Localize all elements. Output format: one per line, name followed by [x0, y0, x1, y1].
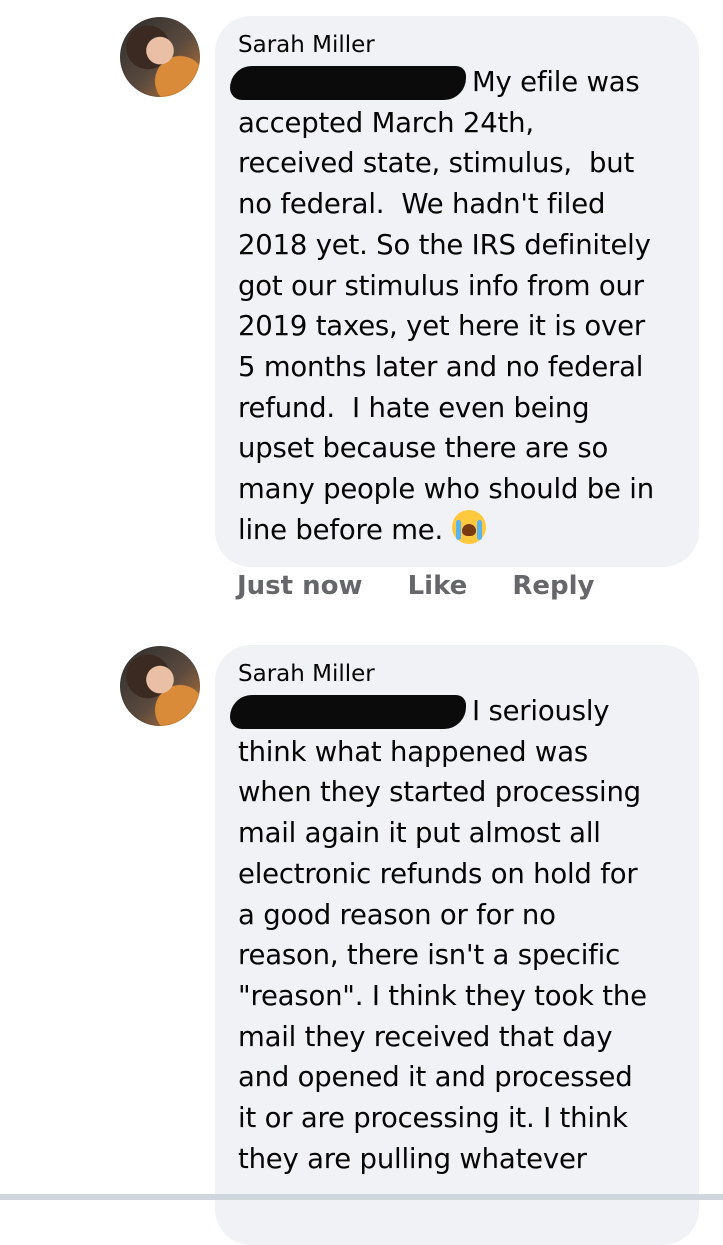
- like-button[interactable]: Like: [408, 571, 468, 601]
- avatar[interactable]: [120, 17, 200, 97]
- crying-face-icon: [451, 509, 486, 544]
- comment-author[interactable]: Sarah Miller: [238, 30, 679, 60]
- redacted-mention: [230, 695, 466, 729]
- avatar[interactable]: [120, 646, 200, 726]
- comment-bubble: Sarah Miller I seriously think what happ…: [215, 645, 699, 1245]
- redacted-mention: [230, 66, 466, 100]
- scroll-edge: [0, 1194, 723, 1200]
- reply-button[interactable]: Reply: [512, 571, 594, 601]
- comment-author[interactable]: Sarah Miller: [238, 659, 679, 689]
- comment-timestamp: Just now: [237, 571, 363, 601]
- comment-body: My efile was accepted March 24th, receiv…: [238, 66, 654, 546]
- comment-body: I seriously think what happened was when…: [238, 695, 647, 1175]
- comment-actions: Just now Like Reply: [237, 571, 631, 601]
- comment-bubble: Sarah Miller My efile was accepted March…: [215, 16, 699, 567]
- comment-text: My efile was accepted March 24th, receiv…: [230, 62, 679, 550]
- comment-text: I seriously think what happened was when…: [230, 691, 679, 1179]
